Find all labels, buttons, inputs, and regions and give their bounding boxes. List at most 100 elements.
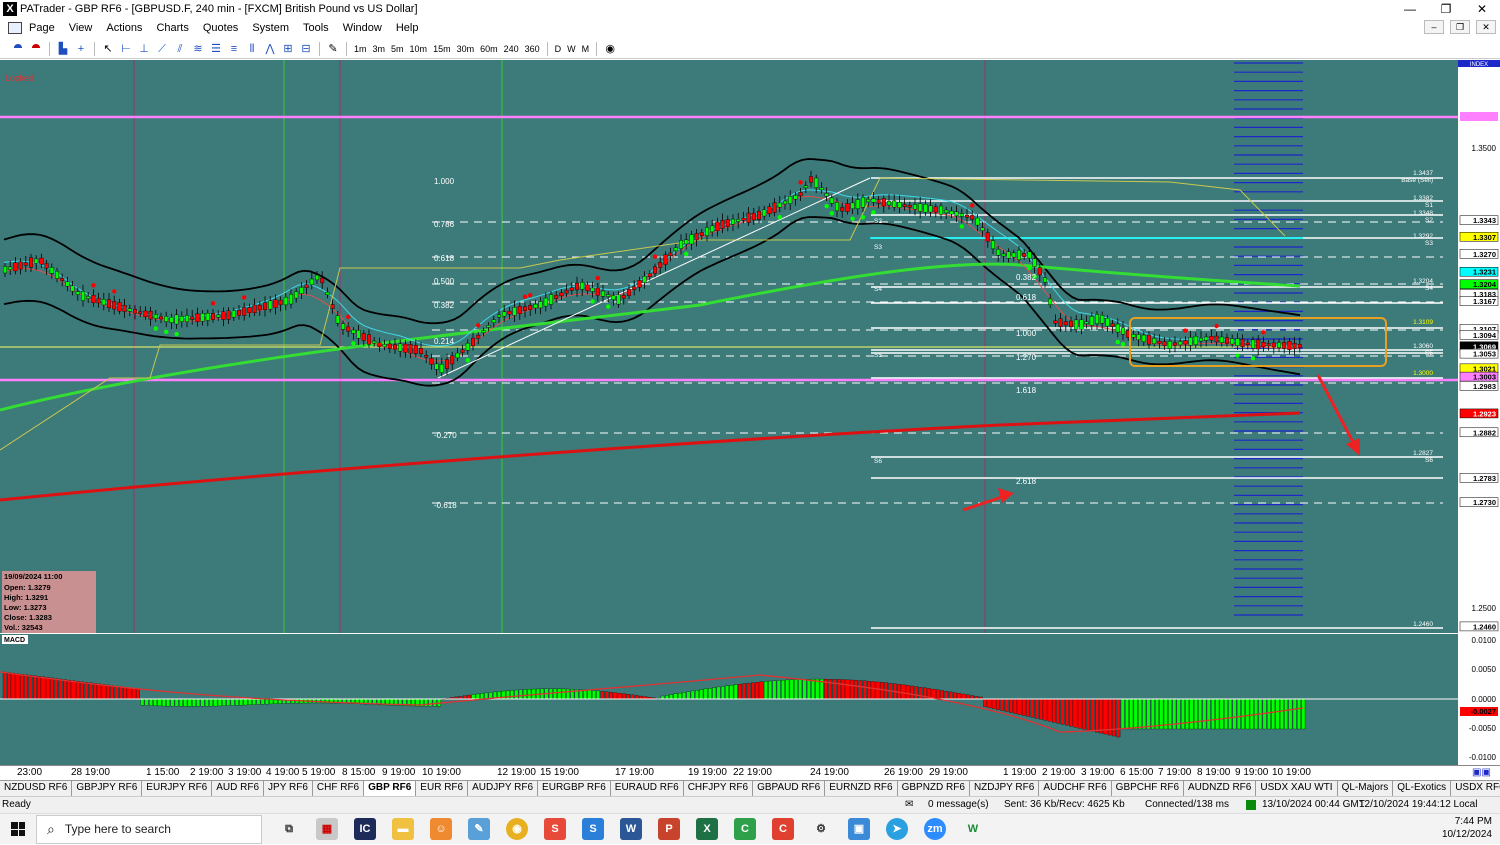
green-c-app-icon[interactable]: C	[734, 818, 756, 840]
symbol-tab[interactable]: AUDNZD RF6	[1184, 781, 1257, 796]
timeframe-1m[interactable]: 1m	[351, 44, 370, 54]
symbol-tab[interactable]: GBPJPY RF6	[72, 781, 143, 796]
ic-app-icon[interactable]: IC	[354, 818, 376, 840]
symbol-tab[interactable]: GBPAUD RF6	[753, 781, 826, 796]
menu-charts[interactable]: Charts	[149, 22, 195, 34]
sell-tool-icon[interactable]: ⯊	[28, 41, 44, 57]
menu-window[interactable]: Window	[336, 22, 389, 34]
menu-help[interactable]: Help	[389, 22, 426, 34]
menu-page[interactable]: Page	[22, 22, 62, 34]
timeframe-10m[interactable]: 10m	[407, 44, 431, 54]
menu-quotes[interactable]: Quotes	[196, 22, 245, 34]
symbol-tab[interactable]: JPY RF6	[264, 781, 313, 796]
symbol-tab[interactable]: AUDCHF RF6	[1039, 781, 1112, 796]
start-button[interactable]	[0, 814, 36, 845]
symbol-tab[interactable]: NZDJPY RF6	[970, 781, 1040, 796]
zoom-icon[interactable]: zm	[924, 818, 946, 840]
powerpoint-icon[interactable]: P	[658, 818, 680, 840]
channel-tool-icon[interactable]: ⫽	[172, 41, 188, 57]
buy-tool-icon[interactable]: ⯊	[10, 41, 26, 57]
excel-icon[interactable]: X	[696, 818, 718, 840]
taskbar-clock[interactable]: 7:44 PM 10/12/2024	[1442, 815, 1492, 841]
status-messages[interactable]: 0 message(s)	[928, 799, 989, 810]
timeframe-monthly[interactable]: M	[579, 44, 593, 54]
clock-icon[interactable]: ◉	[602, 41, 618, 57]
symbol-tab[interactable]: EUR RF6	[416, 781, 469, 796]
taskbar-search[interactable]: ⌕ Type here to search	[36, 814, 262, 844]
settings-gear-icon[interactable]: ⚙	[810, 818, 832, 840]
timeframe-3m[interactable]: 3m	[370, 44, 389, 54]
candle-body	[320, 277, 325, 284]
timeframe-360[interactable]: 360	[522, 44, 543, 54]
red-c-app-icon[interactable]: C	[772, 818, 794, 840]
mdi-restore-button[interactable]: ❐	[1450, 20, 1470, 34]
telegram-icon[interactable]: ➤	[886, 818, 908, 840]
file-explorer-icon[interactable]: ▬	[392, 818, 414, 840]
page-icon[interactable]	[8, 22, 22, 34]
chart-type-icon[interactable]: ▙	[55, 41, 71, 57]
trendline-tool-icon[interactable]: ⟋	[154, 41, 170, 57]
symbol-tab[interactable]: GBP RF6	[364, 781, 417, 796]
fib-left-label: 0.214	[434, 337, 455, 346]
text-tool-icon[interactable]: ⊟	[298, 41, 314, 57]
level-tag-label: Base (Sell)	[1401, 177, 1433, 184]
chart-area[interactable]: INDEX Locked 1.3437 Base (Sell) 1.3382 S1 1.…	[0, 60, 1500, 780]
menu-view[interactable]: View	[62, 22, 100, 34]
mdi-close-button[interactable]: ✕	[1476, 20, 1496, 34]
cursor-icon[interactable]: ↖	[100, 41, 116, 57]
timeframe-240[interactable]: 240	[501, 44, 522, 54]
timeframe-15m[interactable]: 15m	[430, 44, 454, 54]
fib-extension-icon[interactable]: ☰	[208, 41, 224, 57]
symbol-tab[interactable]: AUD RF6	[212, 781, 265, 796]
mail-icon[interactable]: ✉	[905, 799, 913, 810]
mdi-minimize-button[interactable]: –	[1424, 20, 1444, 34]
symbol-tab[interactable]: CHFJPY RF6	[684, 781, 754, 796]
vline-tool-icon[interactable]: ⊥	[136, 41, 152, 57]
patrader-app-icon[interactable]: ▦	[316, 818, 338, 840]
timeframe-60m[interactable]: 60m	[477, 44, 501, 54]
timeframe-daily[interactable]: D	[552, 44, 565, 54]
menu-system[interactable]: System	[245, 22, 296, 34]
symbol-tab[interactable]: AUDJPY RF6	[468, 781, 539, 796]
symbol-tab[interactable]: USDX XAU WTI	[1256, 781, 1338, 796]
s-app-red-icon[interactable]: S	[544, 818, 566, 840]
symbol-tab[interactable]: NZDUSD RF6	[0, 781, 73, 796]
task-view-icon[interactable]: ⧉	[278, 818, 300, 840]
price-chart[interactable]: INDEX Locked 1.3437Base (Sell)1.3382S11.…	[0, 60, 1500, 765]
hline-tool-icon[interactable]: ⊢	[118, 41, 134, 57]
crosshair-icon[interactable]: +	[73, 41, 89, 57]
fib-fan-icon[interactable]: ≡	[226, 41, 242, 57]
symbol-tab[interactable]: QL-Majors	[1338, 781, 1394, 796]
symbol-tab[interactable]: GBPCHF RF6	[1112, 781, 1185, 796]
pitchfork-icon[interactable]: ⋀	[262, 41, 278, 57]
timeframe-30m[interactable]: 30m	[454, 44, 478, 54]
notes-app-icon[interactable]: ✎	[468, 818, 490, 840]
fib-retracement-icon[interactable]: ≋	[190, 41, 206, 57]
gann-icon[interactable]: ⊞	[280, 41, 296, 57]
minimize-button[interactable]: —	[1392, 0, 1428, 18]
word-icon[interactable]: W	[620, 818, 642, 840]
macd-histogram-bar	[1004, 698, 1009, 712]
draw-tool-icon[interactable]: ✎	[325, 41, 341, 57]
s-app-blue-icon[interactable]: S	[582, 818, 604, 840]
chrome-icon[interactable]: ◉	[506, 818, 528, 840]
symbol-tab[interactable]: GBPNZD RF6	[898, 781, 970, 796]
network-app-icon[interactable]: ▣	[848, 818, 870, 840]
symbol-tab[interactable]: EURGBP RF6	[538, 781, 611, 796]
menu-tools[interactable]: Tools	[296, 22, 336, 34]
symbol-tab[interactable]: EURAUD RF6	[611, 781, 684, 796]
symbol-tab[interactable]: USDX RF6	[1451, 781, 1500, 796]
trading-app-icon[interactable]: W	[962, 818, 984, 840]
symbol-tab[interactable]: EURJPY RF6	[142, 781, 213, 796]
symbol-tab[interactable]: QL-Exotics	[1393, 781, 1452, 796]
maximize-button[interactable]: ❐	[1428, 0, 1464, 18]
symbol-tab[interactable]: EURNZD RF6	[825, 781, 898, 796]
close-button[interactable]: ✕	[1464, 0, 1500, 18]
scroll-nav-icon[interactable]: ▣▣	[1472, 767, 1491, 778]
orange-app-icon[interactable]: ☺	[430, 818, 452, 840]
symbol-tab[interactable]: CHF RF6	[313, 781, 365, 796]
timeframe-5m[interactable]: 5m	[388, 44, 407, 54]
fib-time-icon[interactable]: ⦀	[244, 41, 260, 57]
menu-actions[interactable]: Actions	[99, 22, 149, 34]
timeframe-weekly[interactable]: W	[564, 44, 579, 54]
